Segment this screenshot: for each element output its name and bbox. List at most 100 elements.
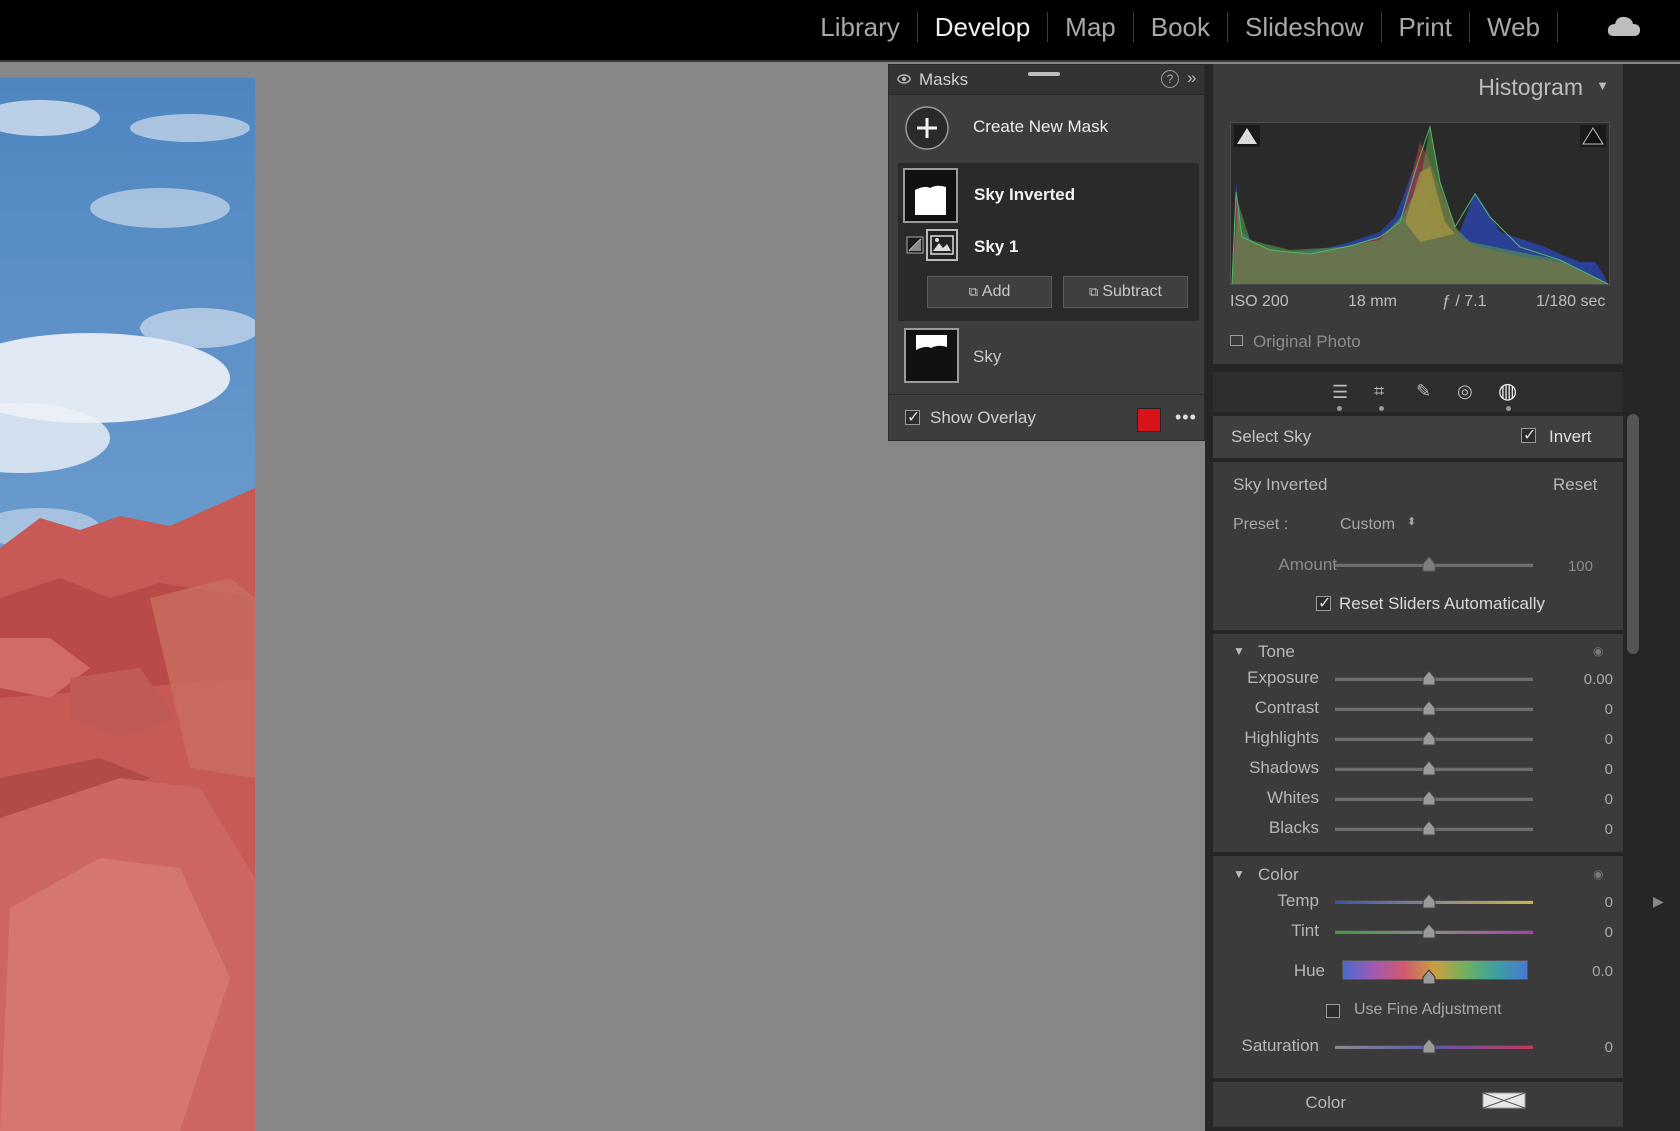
add-button[interactable]: ⧉ Add <box>927 276 1052 308</box>
crop-icon[interactable]: ⌗ <box>1374 381 1384 402</box>
histogram-panel: Histogram ▼ ISO 200 18 mm ƒ / 7.1 1/180 … <box>1213 64 1623 364</box>
saturation-label: Saturation <box>1241 1036 1320 1055</box>
module-slideshow[interactable]: Slideshow <box>1228 12 1382 42</box>
tone-row-value[interactable]: 0 <box>1563 701 1613 718</box>
masks-panel-header[interactable]: Masks ? » <box>889 65 1204 95</box>
mask-component-sky-1[interactable]: Sky 1 <box>974 237 1018 257</box>
preset-label: Preset : <box>1233 516 1289 533</box>
histogram-title[interactable]: Histogram <box>1478 74 1583 101</box>
tint-slider-thumb[interactable] <box>1422 923 1436 939</box>
amount-slider-thumb[interactable] <box>1422 556 1436 572</box>
original-photo-checkbox[interactable] <box>1230 335 1243 346</box>
more-options-icon[interactable]: ••• <box>1175 407 1197 428</box>
histogram-graph[interactable] <box>1230 122 1610 285</box>
sky-component-icon[interactable] <box>926 229 958 261</box>
preset-dropdown[interactable]: Custom <box>1340 516 1395 534</box>
tone-row-slider-thumb[interactable] <box>1422 820 1436 836</box>
focal-length-readout: 18 mm <box>1348 293 1397 310</box>
module-map[interactable]: Map <box>1048 12 1134 42</box>
tone-row-label: Shadows <box>1249 758 1319 777</box>
invert-component-icon[interactable] <box>906 236 924 254</box>
mask-settings-header: Select Sky Invert <box>1213 416 1623 458</box>
module-develop[interactable]: Develop <box>918 12 1049 42</box>
tone-section-label[interactable]: Tone <box>1258 642 1295 662</box>
tone-row-value[interactable]: 0 <box>1563 731 1613 748</box>
module-bar: Library Develop Map Book Slideshow Print… <box>0 0 1680 62</box>
tone-row-slider-thumb[interactable] <box>1422 700 1436 716</box>
subtract-button[interactable]: ⧉ Subtract <box>1063 276 1188 308</box>
module-web[interactable]: Web <box>1470 12 1558 42</box>
section-visibility-icon[interactable]: ◉ <box>1593 867 1603 881</box>
visibility-eye-icon[interactable] <box>897 74 911 84</box>
photo-preview[interactable] <box>0 78 255 1131</box>
reset-sliders-checkbox[interactable] <box>1316 593 1331 613</box>
tool-strip: ☰ ⌗ ✎ ◎ ◍ <box>1213 372 1623 412</box>
mask-thumbnail-sky-inverted[interactable] <box>903 168 958 223</box>
hue-label: Hue <box>1293 961 1325 980</box>
photo-image <box>0 78 255 1131</box>
module-print[interactable]: Print <box>1382 12 1470 42</box>
hue-value[interactable]: 0.0 <box>1563 963 1613 980</box>
cloud-icon[interactable] <box>1606 14 1642 38</box>
tone-row-label: Highlights <box>1244 728 1319 747</box>
tone-row-slider-thumb[interactable] <box>1422 670 1436 686</box>
help-icon[interactable]: ? <box>1161 70 1179 88</box>
section-collapse-icon[interactable]: ▼ <box>1233 644 1245 658</box>
red-eye-icon[interactable]: ◎ <box>1457 381 1473 402</box>
color-section-label[interactable]: Color <box>1258 865 1299 885</box>
dropdown-arrows-icon[interactable]: ⬍ <box>1407 515 1416 528</box>
add-button-label: Add <box>981 283 1011 300</box>
create-new-mask-row[interactable]: Create New Mask <box>889 95 1206 161</box>
invert-checkbox[interactable] <box>1521 425 1536 445</box>
mask-thumbnail-sky[interactable] <box>904 328 959 383</box>
fine-adjustment-label: Use Fine Adjustment <box>1354 1001 1502 1018</box>
show-overlay-checkbox[interactable] <box>905 407 920 427</box>
edit-sliders-icon[interactable]: ☰ <box>1332 382 1348 403</box>
tone-row-value[interactable]: 0 <box>1563 821 1613 838</box>
selected-mask-group[interactable]: Sky Inverted Sky 1 ⧉ Add ⧉ Subtract <box>898 163 1199 321</box>
histogram-dropdown-icon[interactable]: ▼ <box>1596 78 1609 93</box>
hue-slider-thumb[interactable] <box>1422 969 1436 985</box>
module-book[interactable]: Book <box>1134 12 1229 42</box>
color-picker-swatch[interactable] <box>1482 1092 1526 1109</box>
reset-button[interactable]: Reset <box>1553 475 1597 495</box>
tone-row-value[interactable]: 0 <box>1563 761 1613 778</box>
fine-adjustment-checkbox[interactable] <box>1326 1004 1340 1018</box>
drag-handle[interactable] <box>1028 72 1060 76</box>
indicator-dot <box>1337 406 1342 411</box>
expand-right-panel-icon[interactable]: ▶ <box>1653 893 1664 910</box>
section-collapse-icon[interactable]: ▼ <box>1233 867 1245 881</box>
subtract-button-label: Subtract <box>1102 283 1162 300</box>
tint-value[interactable]: 0 <box>1563 924 1613 941</box>
tone-row-slider-thumb[interactable] <box>1422 730 1436 746</box>
mask-name-sky-inverted[interactable]: Sky Inverted <box>974 185 1075 205</box>
tone-row-label: Contrast <box>1254 698 1319 717</box>
amount-label: Amount <box>1278 555 1337 574</box>
amount-value[interactable]: 100 <box>1543 558 1593 575</box>
divider <box>889 394 1206 395</box>
shutter-readout: 1/180 sec <box>1536 293 1606 310</box>
plus-circle-icon[interactable] <box>904 105 950 151</box>
color-swatch-row: Color <box>1213 1082 1623 1127</box>
temp-slider-thumb[interactable] <box>1422 893 1436 909</box>
section-visibility-icon[interactable]: ◉ <box>1593 644 1603 658</box>
saturation-slider-thumb[interactable] <box>1422 1038 1436 1054</box>
tone-row-slider-thumb[interactable] <box>1422 790 1436 806</box>
tone-row-value[interactable]: 0 <box>1563 791 1613 808</box>
overlay-color-swatch[interactable] <box>1137 408 1161 432</box>
saturation-value[interactable]: 0 <box>1563 1039 1613 1056</box>
module-picker: Library Develop Map Book Slideshow Print… <box>803 0 1558 54</box>
healing-icon[interactable]: ✎ <box>1416 381 1431 402</box>
module-library[interactable]: Library <box>803 12 918 42</box>
tone-row-label: Exposure <box>1247 668 1319 687</box>
mask-name-sky[interactable]: Sky <box>973 347 1001 367</box>
tone-row-slider-thumb[interactable] <box>1422 760 1436 776</box>
masking-icon[interactable]: ◍ <box>1498 378 1517 404</box>
collapse-panel-icon[interactable]: » <box>1187 68 1196 88</box>
add-icon: ⧉ <box>968 284 978 299</box>
tone-row-value[interactable]: 0.00 <box>1563 671 1613 688</box>
masks-panel-title: Masks <box>919 70 969 89</box>
right-panel-scrollbar[interactable] <box>1627 414 1639 654</box>
tint-label: Tint <box>1291 921 1319 940</box>
temp-value[interactable]: 0 <box>1563 894 1613 911</box>
